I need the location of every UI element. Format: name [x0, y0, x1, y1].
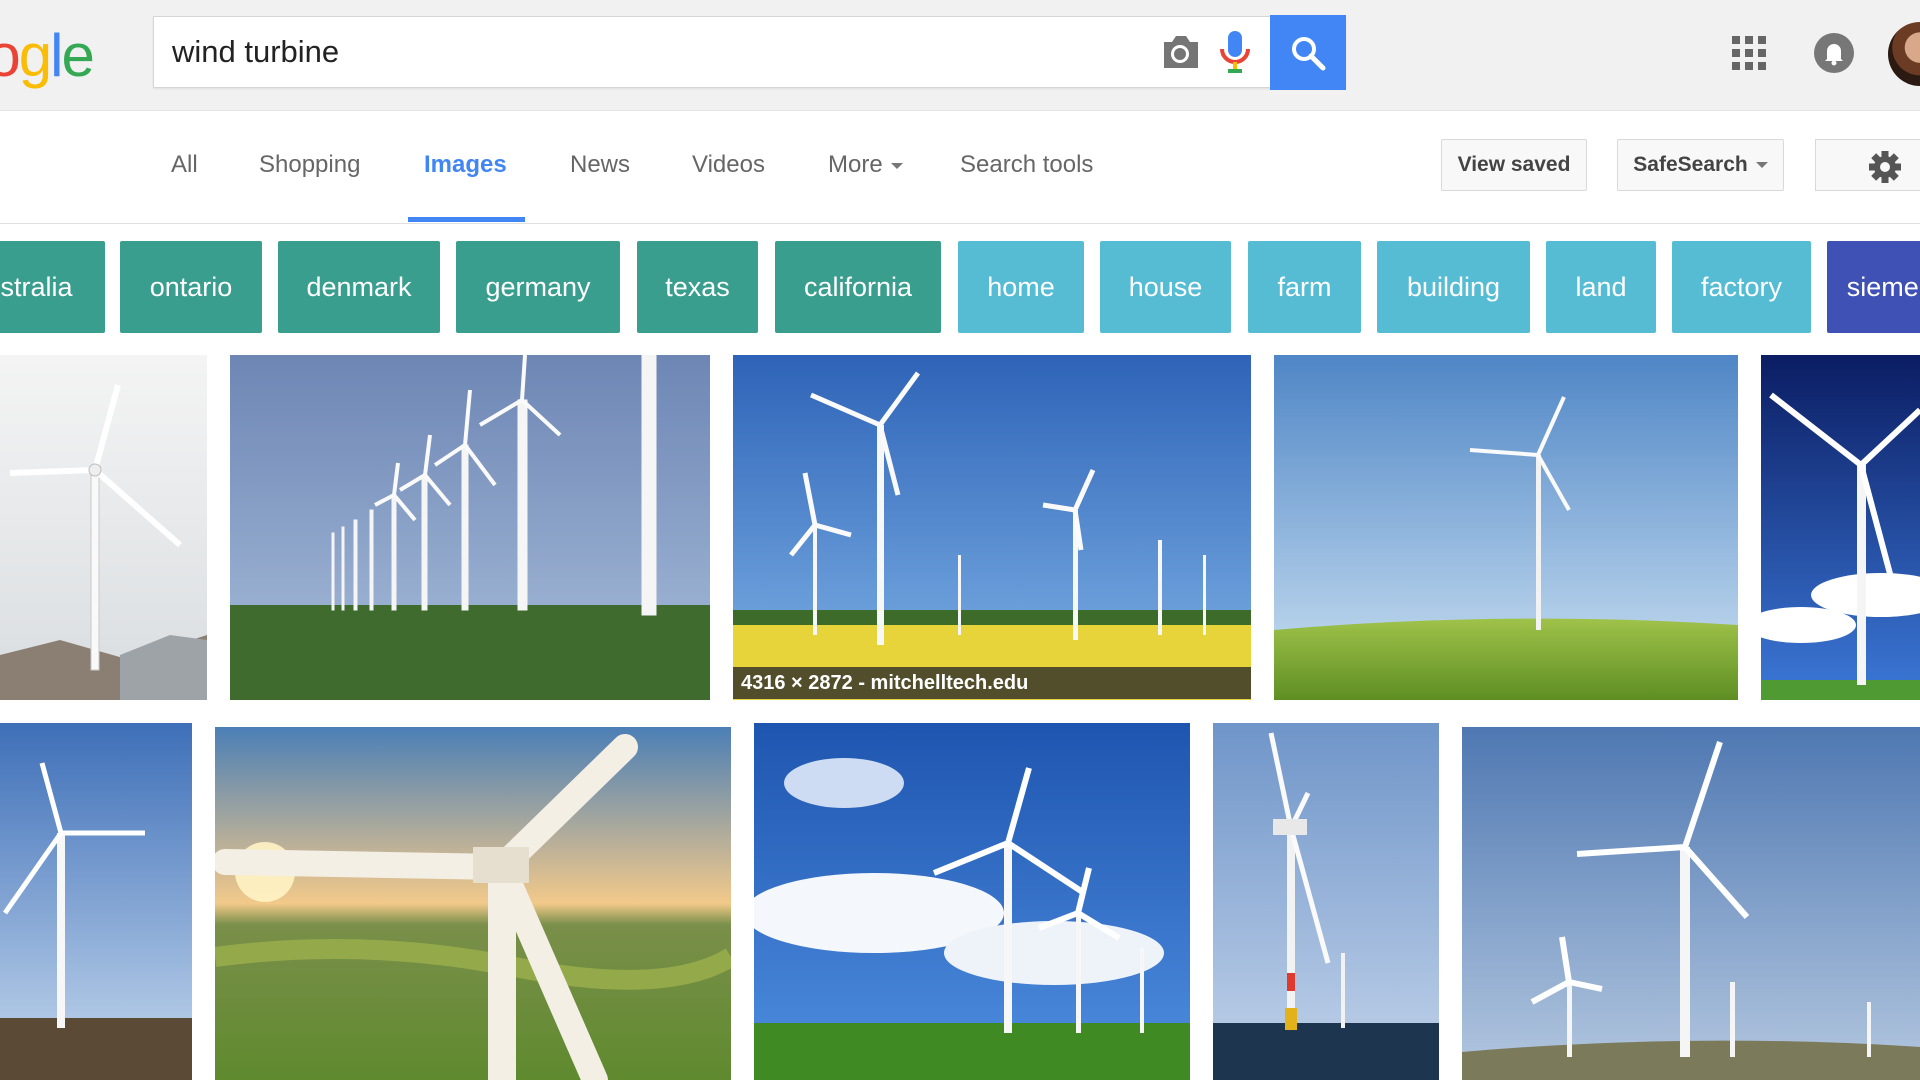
- tab-search-tools[interactable]: Search tools: [960, 151, 1093, 179]
- image-result[interactable]: [230, 355, 710, 700]
- active-tab-indicator: [408, 217, 525, 222]
- logo-letter: o: [0, 22, 21, 89]
- image-result[interactable]: [1213, 723, 1439, 1080]
- logo-letter: l: [50, 22, 63, 89]
- notifications-bell-icon[interactable]: [1814, 33, 1854, 73]
- top-bar: oogle: [0, 0, 1920, 111]
- search-nav: All Shopping Images News Videos More Sea…: [0, 111, 1920, 224]
- safesearch-button[interactable]: SafeSearch: [1617, 139, 1784, 191]
- chip-house[interactable]: house: [1100, 241, 1231, 333]
- search-icon: [1292, 37, 1326, 71]
- chip-siemens[interactable]: siemens: [1827, 241, 1920, 333]
- gear-icon: [1869, 151, 1901, 183]
- image-result[interactable]: [1274, 355, 1738, 700]
- search-input[interactable]: [172, 17, 1132, 87]
- mic-icon[interactable]: [1216, 29, 1254, 75]
- chip-germany[interactable]: germany: [456, 241, 620, 333]
- image-dimensions-caption: 4316 × 2872 - mitchelltech.edu: [733, 667, 1251, 699]
- chevron-down-icon: [890, 162, 903, 169]
- image-result[interactable]: [215, 727, 731, 1080]
- tab-shopping[interactable]: Shopping: [259, 151, 360, 179]
- chip-australia[interactable]: australia: [0, 241, 105, 333]
- search-box: [153, 16, 1346, 88]
- tab-all[interactable]: All: [171, 151, 198, 179]
- chip-factory[interactable]: factory: [1672, 241, 1811, 333]
- camera-icon[interactable]: [1158, 32, 1202, 72]
- image-result[interactable]: [0, 355, 207, 700]
- search-button[interactable]: [1270, 15, 1346, 90]
- tab-videos[interactable]: Videos: [692, 151, 765, 179]
- chip-denmark[interactable]: denmark: [278, 241, 440, 333]
- google-logo[interactable]: oogle: [0, 16, 95, 96]
- avatar[interactable]: [1888, 22, 1920, 86]
- image-result[interactable]: [0, 723, 192, 1080]
- image-results-grid: 4316 × 2872 - mitchelltech.edu: [0, 350, 1920, 1080]
- tab-more-label: More: [828, 151, 883, 178]
- image-result[interactable]: [733, 355, 1251, 700]
- tab-more[interactable]: More: [828, 151, 903, 179]
- apps-grid-icon[interactable]: [1732, 36, 1766, 70]
- chip-california[interactable]: california: [775, 241, 941, 333]
- view-saved-button[interactable]: View saved: [1441, 139, 1587, 191]
- chip-texas[interactable]: texas: [637, 241, 758, 333]
- chevron-down-icon: [1755, 162, 1768, 169]
- image-result[interactable]: [754, 723, 1190, 1080]
- tab-images[interactable]: Images: [424, 151, 507, 179]
- safesearch-label: SafeSearch: [1633, 153, 1748, 176]
- chip-home[interactable]: home: [958, 241, 1084, 333]
- chip-land[interactable]: land: [1546, 241, 1656, 333]
- image-result[interactable]: [1462, 727, 1920, 1080]
- chip-ontario[interactable]: ontario: [120, 241, 262, 333]
- settings-button[interactable]: [1815, 139, 1920, 191]
- logo-letter: e: [61, 22, 94, 89]
- chip-building[interactable]: building: [1377, 241, 1530, 333]
- chip-farm[interactable]: farm: [1248, 241, 1361, 333]
- image-result[interactable]: [1761, 355, 1920, 700]
- tab-news[interactable]: News: [570, 151, 630, 179]
- logo-letter: g: [18, 22, 52, 89]
